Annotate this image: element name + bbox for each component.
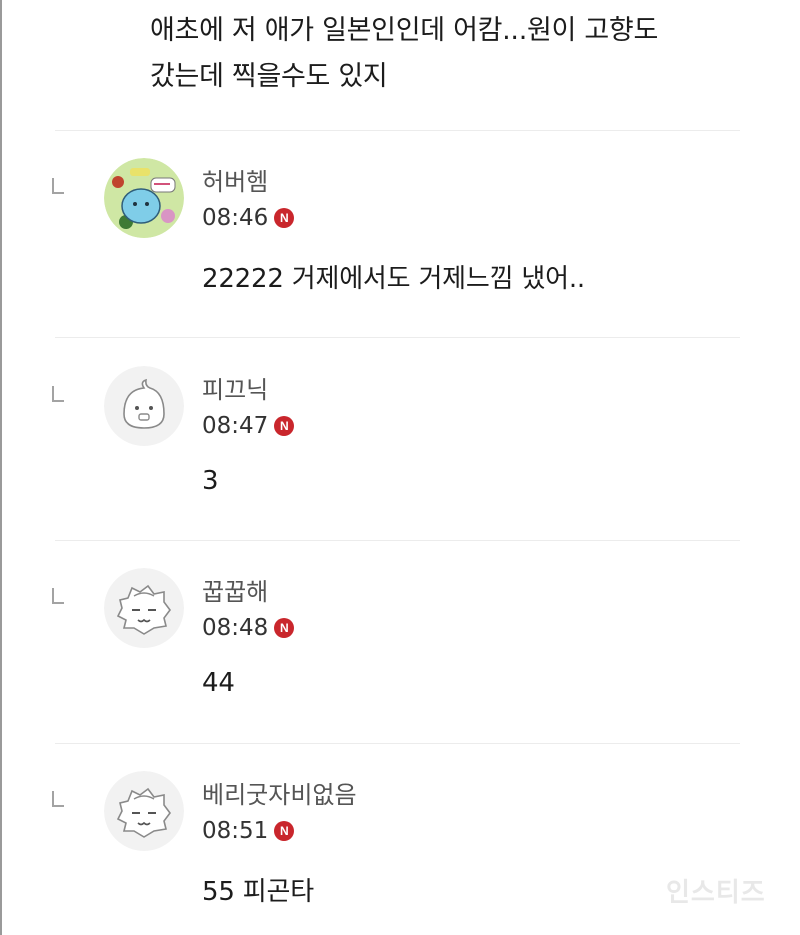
- new-badge-icon: N: [274, 208, 295, 228]
- reply-text: 22222 거제에서도 거제느낌 냈어..: [202, 264, 585, 294]
- new-badge-icon: N: [274, 821, 295, 841]
- comment-meta: 08:46 N: [202, 202, 295, 234]
- nickname[interactable]: 꿉꿉해: [202, 572, 268, 607]
- nickname[interactable]: 허버헴: [202, 162, 268, 197]
- comment-time: 08:47: [202, 413, 269, 439]
- comment-meta: 08:47 N: [202, 410, 295, 442]
- spiky-cat-icon: [104, 568, 184, 648]
- comment-time: 08:48: [202, 615, 269, 641]
- reply-text: 55 피곤타: [202, 877, 314, 907]
- reply-text: 44: [202, 668, 235, 698]
- spiky-cat-icon: [104, 771, 184, 851]
- left-border-line: [0, 0, 2, 935]
- default-face-icon: [104, 366, 184, 446]
- nickname[interactable]: 베리굿자비없음: [202, 775, 357, 810]
- cartoon-sticker-icon: [104, 158, 184, 238]
- reply-arrow-icon: [52, 178, 64, 194]
- reply-text: 3: [202, 466, 219, 496]
- reply-arrow-icon: [52, 791, 64, 807]
- avatar[interactable]: [104, 568, 184, 648]
- site-watermark: 인스티즈: [666, 878, 766, 908]
- reply-arrow-icon: [52, 588, 64, 604]
- comment-divider: [55, 130, 740, 131]
- comment-meta: 08:48 N: [202, 612, 295, 644]
- parent-comment-line-2: 갔는데 찍을수도 있지: [150, 61, 388, 92]
- new-badge-icon: N: [274, 618, 295, 638]
- reply-arrow-icon: [52, 386, 64, 402]
- comment-time: 08:51: [202, 818, 269, 844]
- avatar[interactable]: [104, 771, 184, 851]
- comment-time: 08:46: [202, 205, 269, 231]
- parent-comment-text: 애초에 저 애가 일본인인데 어캄...원이 고향도 갔는데 찍을수도 있지: [150, 8, 770, 100]
- avatar[interactable]: [104, 366, 184, 446]
- parent-comment-line-1: 애초에 저 애가 일본인인데 어캄...원이 고향도: [150, 15, 658, 46]
- comment-divider: [55, 337, 740, 338]
- nickname[interactable]: 피끄닉: [202, 370, 268, 405]
- new-badge-icon: N: [274, 416, 295, 436]
- avatar[interactable]: [104, 158, 184, 238]
- comment-divider: [55, 540, 740, 541]
- comment-meta: 08:51 N: [202, 815, 295, 847]
- comment-divider: [55, 743, 740, 744]
